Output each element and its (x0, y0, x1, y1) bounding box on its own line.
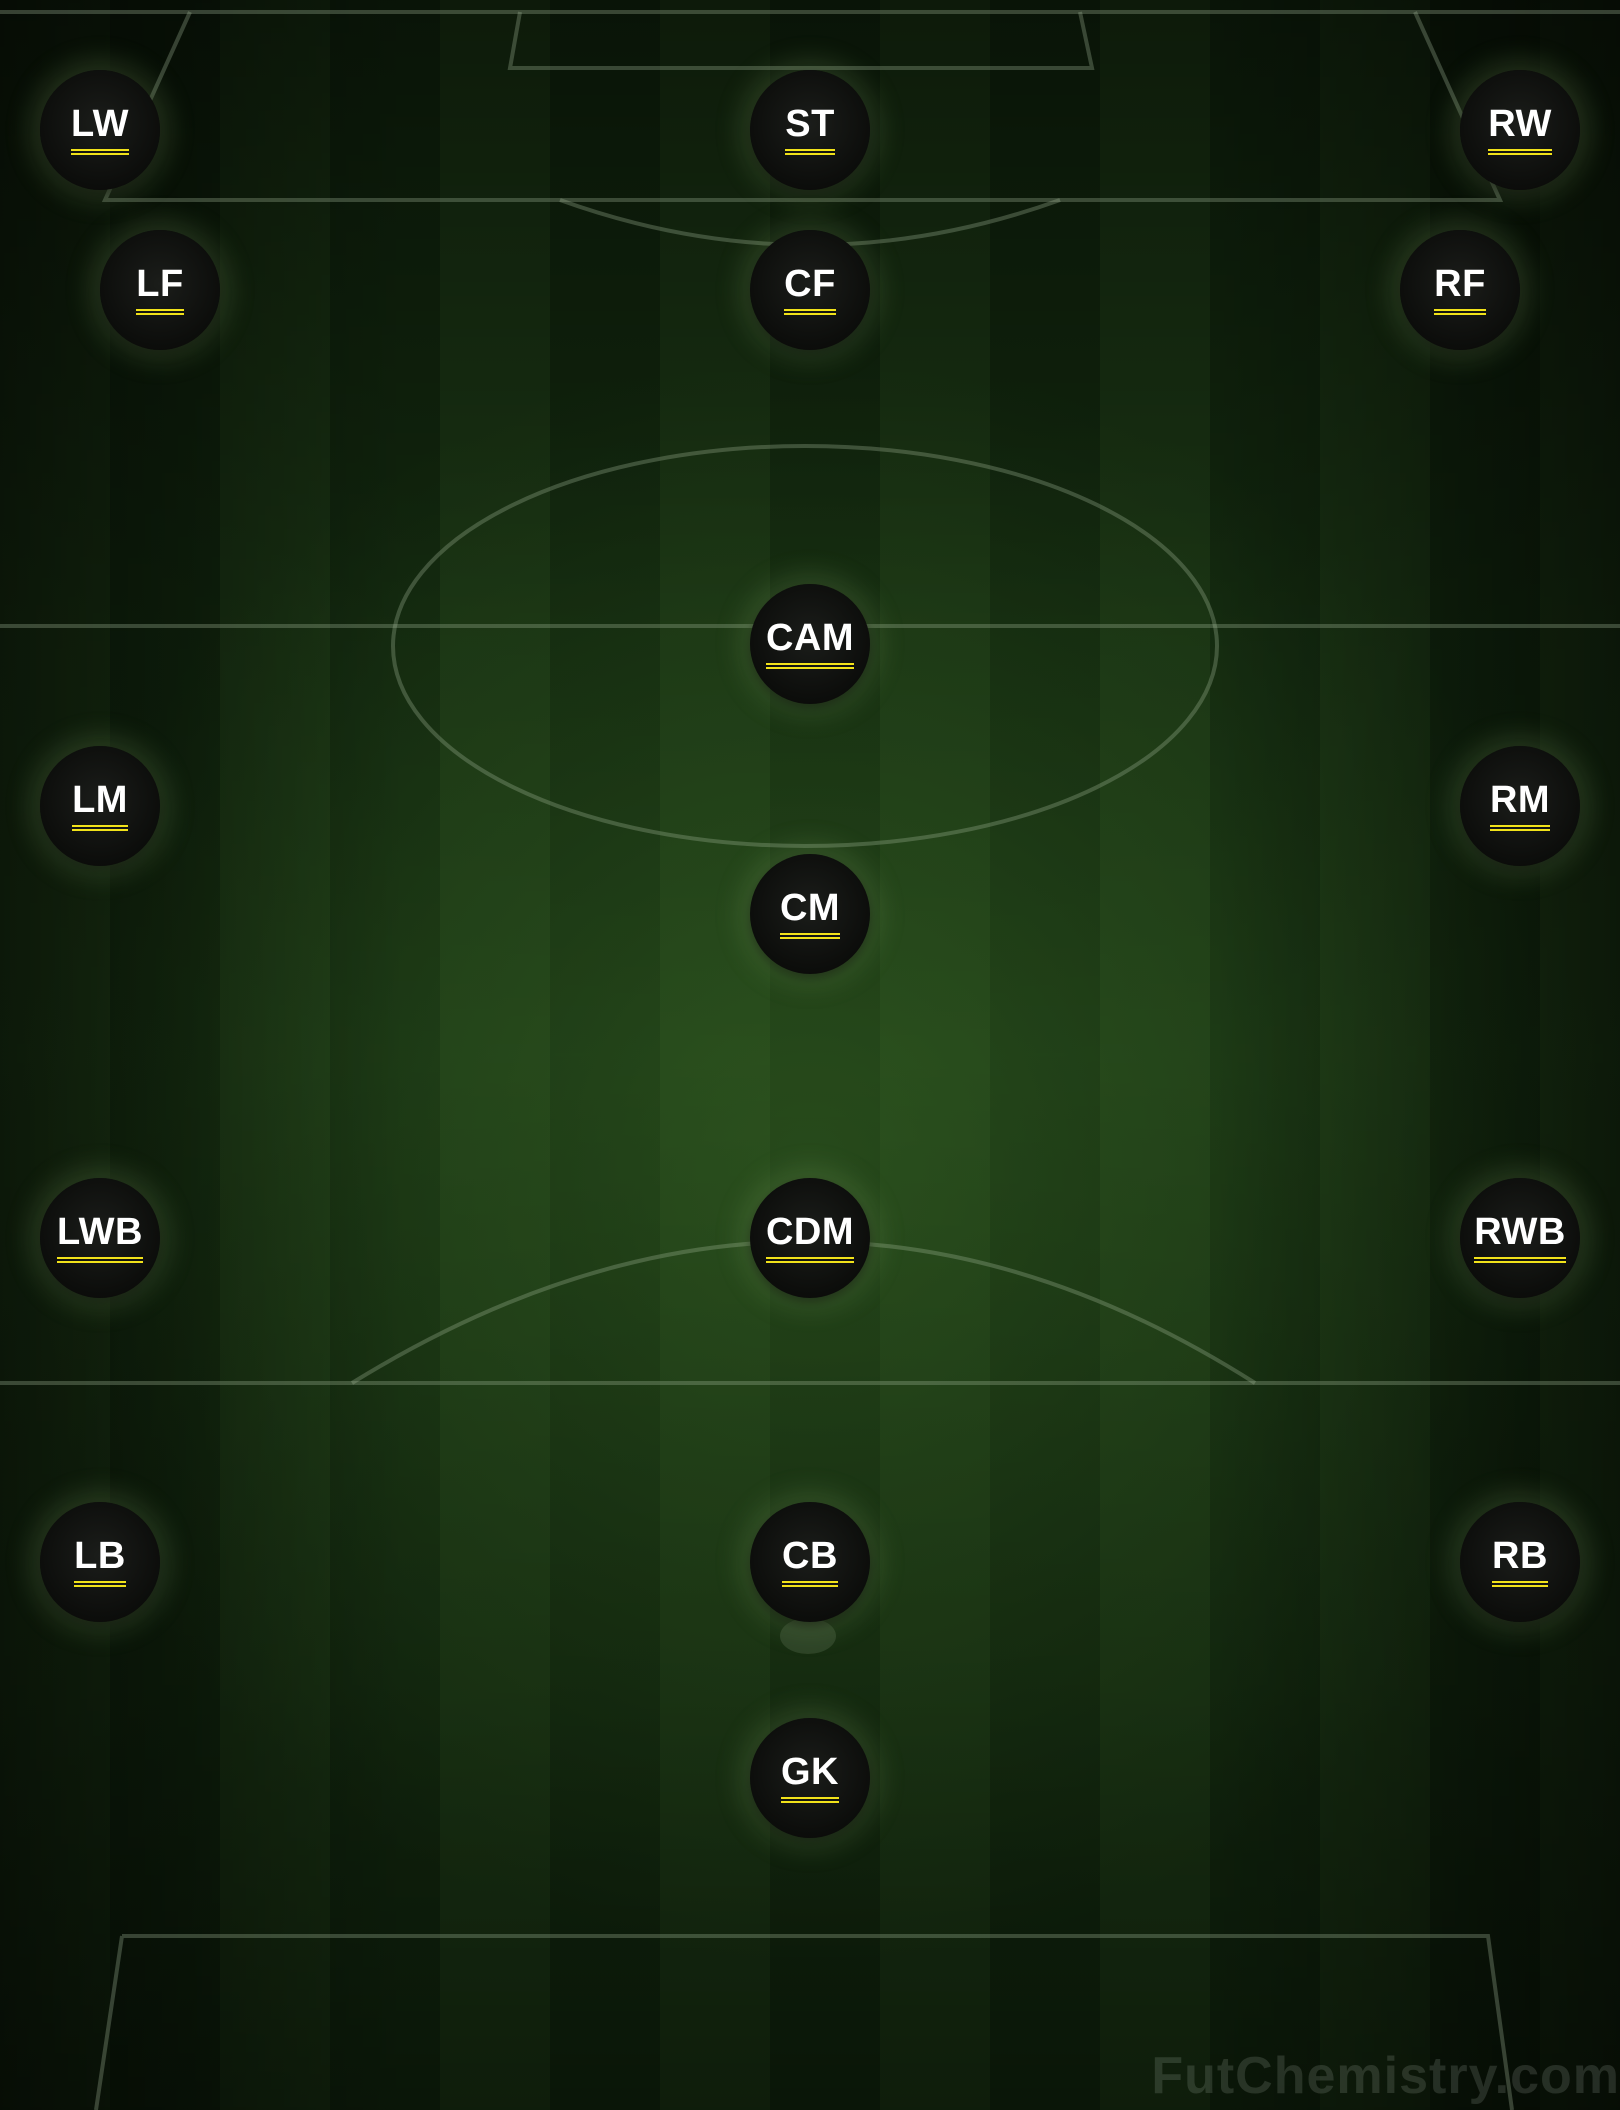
position-rw[interactable]: RW (1460, 70, 1580, 190)
position-lwb[interactable]: LWB (40, 1178, 160, 1298)
position-rm[interactable]: RM (1460, 746, 1580, 866)
position-lm[interactable]: LM (40, 746, 160, 866)
position-label-rw: RW (1488, 105, 1552, 155)
penalty-spot (780, 1618, 836, 1654)
position-label-gk: GK (781, 1753, 839, 1803)
position-gk[interactable]: GK (750, 1718, 870, 1838)
position-label-cam: CAM (765, 619, 855, 669)
position-label-rf: RF (1434, 265, 1486, 315)
position-lw[interactable]: LW (40, 70, 160, 190)
position-st[interactable]: ST (750, 70, 870, 190)
football-pitch: LW ST RW LF CF RF CAM LM RM CM LWB CDM R… (0, 0, 1620, 2110)
top-goal-area (507, 11, 1095, 70)
position-label-lw: LW (71, 105, 129, 155)
position-label-cf: CF (784, 265, 836, 315)
position-lb[interactable]: LB (40, 1502, 160, 1622)
site-watermark: FutChemistry.com (1151, 2047, 1620, 2105)
position-cm[interactable]: CM (750, 854, 870, 974)
position-label-lb: LB (74, 1537, 126, 1587)
position-label-rb: RB (1492, 1537, 1548, 1587)
position-label-rm: RM (1489, 781, 1551, 831)
position-cam[interactable]: CAM (750, 584, 870, 704)
position-label-st: ST (785, 105, 835, 155)
position-label-rwb: RWB (1474, 1213, 1566, 1263)
position-rb[interactable]: RB (1460, 1502, 1580, 1622)
position-rwb[interactable]: RWB (1460, 1178, 1580, 1298)
position-label-cdm: CDM (765, 1213, 855, 1263)
position-cb[interactable]: CB (750, 1502, 870, 1622)
position-label-cb: CB (782, 1537, 838, 1587)
position-rf[interactable]: RF (1400, 230, 1520, 350)
position-label-lf: LF (136, 265, 184, 315)
position-label-cm: CM (779, 889, 841, 939)
position-label-lwb: LWB (57, 1213, 143, 1263)
position-cf[interactable]: CF (750, 230, 870, 350)
position-cdm[interactable]: CDM (750, 1178, 870, 1298)
position-label-lm: LM (72, 781, 128, 831)
position-lf[interactable]: LF (100, 230, 220, 350)
